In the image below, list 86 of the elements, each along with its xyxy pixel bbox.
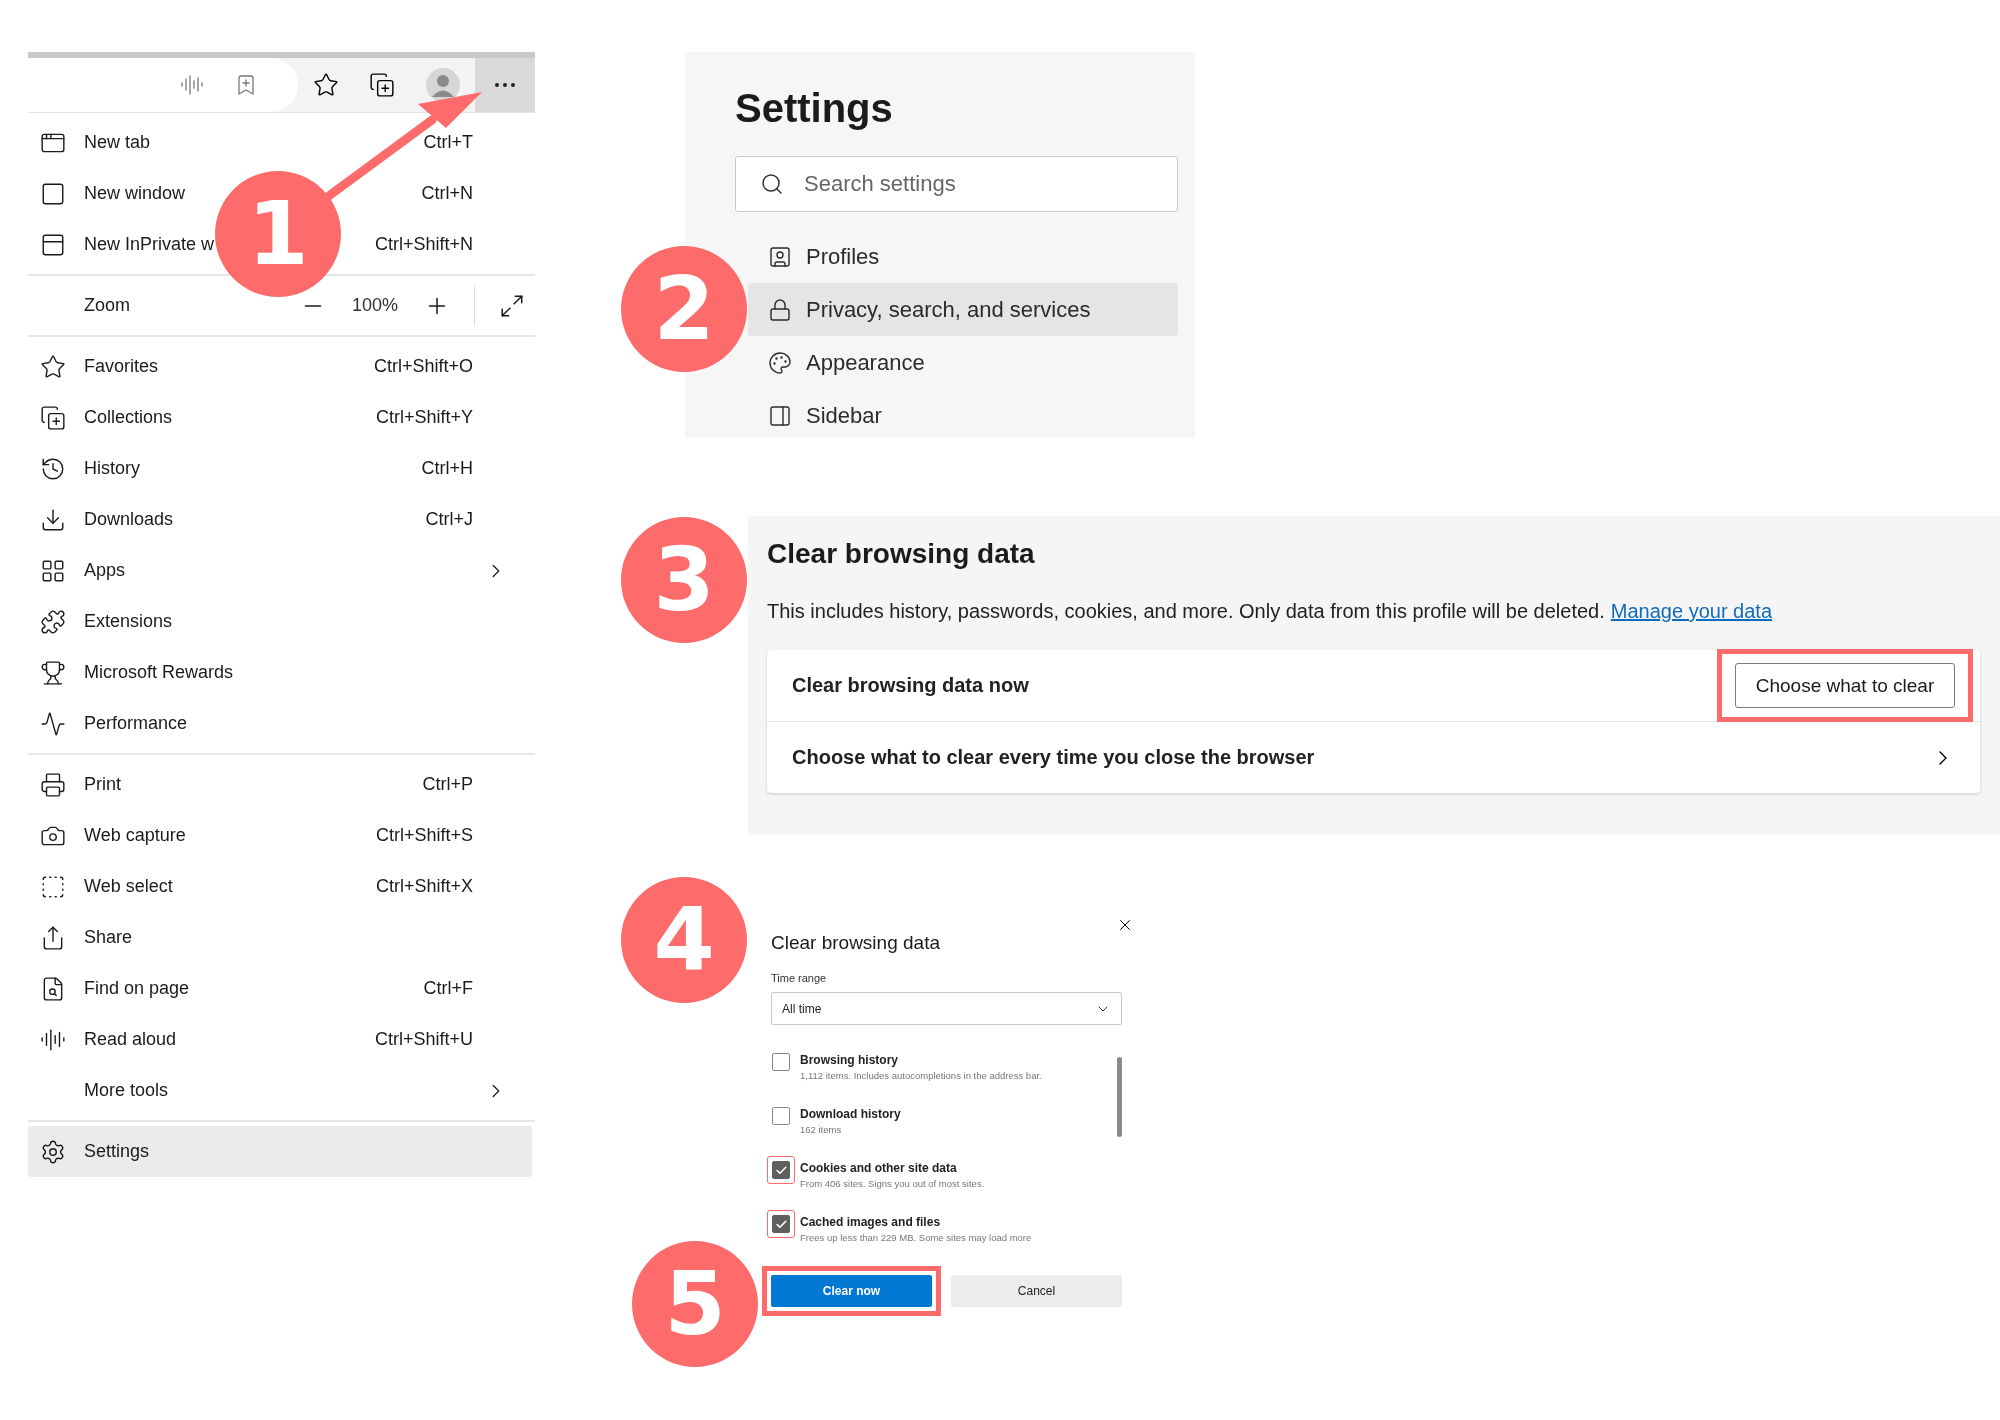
star-icon bbox=[40, 353, 66, 380]
shortcut-text: Ctrl+H bbox=[421, 458, 473, 479]
check-icon bbox=[774, 1217, 788, 1231]
shortcut-text: Ctrl+J bbox=[425, 509, 473, 530]
shortcut-text: Ctrl+Shift+Y bbox=[375, 407, 473, 428]
manage-data-link[interactable]: Manage your data bbox=[1610, 600, 1773, 622]
sidebar-icon bbox=[768, 403, 792, 428]
time-range-dropdown[interactable]: All time bbox=[771, 992, 1122, 1025]
menu-item[interactable]: Web capture bbox=[84, 825, 364, 846]
option-detail: 162 items bbox=[800, 1124, 843, 1135]
star-icon[interactable] bbox=[313, 72, 340, 98]
shortcut-text: Ctrl+Shift+O bbox=[373, 356, 473, 377]
nav-item[interactable]: Privacy, search, and services bbox=[748, 283, 1178, 336]
option-detail: From 406 sites. Signs you out of most sites. bbox=[800, 1178, 985, 1189]
puzzle-icon bbox=[40, 608, 66, 635]
profile-icon bbox=[768, 244, 792, 269]
menu-item[interactable]: Performance bbox=[84, 713, 461, 734]
menu-item[interactable]: Share bbox=[84, 927, 461, 948]
section-title: Clear browsing data bbox=[767, 537, 1036, 571]
check-icon bbox=[774, 1163, 788, 1177]
menu-item[interactable]: Favorites bbox=[84, 356, 362, 377]
shortcut-text: Ctrl+Shift+N bbox=[374, 234, 473, 255]
palette-icon bbox=[768, 350, 792, 375]
menu-item[interactable]: Collections bbox=[84, 407, 364, 428]
collections-icon bbox=[40, 404, 66, 431]
section-description: This includes history, passwords, cookies, and more. Only data from this profile will be deleted. Manage your data bbox=[767, 599, 1774, 624]
shortcut-text: Ctrl+F bbox=[423, 978, 473, 999]
menu-item[interactable]: More tools bbox=[84, 1080, 461, 1101]
row-label: Choose what to clear every time you close the browser bbox=[792, 746, 1315, 769]
zoom-level: 100% bbox=[350, 295, 399, 316]
shortcut-text: Ctrl+P bbox=[422, 774, 473, 795]
checkbox[interactable] bbox=[772, 1215, 790, 1233]
step-badge: 2 bbox=[621, 246, 747, 372]
nav-item[interactable]: Appearance bbox=[748, 336, 1178, 389]
fullscreen-icon[interactable] bbox=[499, 292, 525, 319]
shortcut-text: Ctrl+N bbox=[421, 183, 473, 204]
clear-now-button[interactable]: Clear now bbox=[771, 1275, 932, 1307]
menu-item-label: Zoom bbox=[84, 295, 131, 316]
checkbox[interactable] bbox=[772, 1161, 790, 1179]
menu-item[interactable]: Extensions bbox=[84, 611, 461, 632]
option-detail: 1,112 items. Includes autocompletions in the address bar. bbox=[800, 1070, 1042, 1081]
option-detail: Frees up less than 229 MB. Some sites may load more bbox=[800, 1232, 1032, 1243]
step-badge: 3 bbox=[621, 517, 747, 643]
dialog-title: Clear browsing data bbox=[771, 931, 941, 955]
shortcut-text: Ctrl+T bbox=[423, 132, 473, 153]
lock-icon bbox=[768, 297, 792, 322]
checkbox[interactable] bbox=[772, 1107, 790, 1125]
search-input[interactable]: Search settings bbox=[802, 170, 1177, 198]
more-icon bbox=[495, 83, 515, 87]
option-label: Cached images and files bbox=[800, 1215, 942, 1229]
menu-item[interactable]: Apps bbox=[84, 560, 461, 581]
scrollbar[interactable] bbox=[1117, 1057, 1122, 1137]
trophy-icon bbox=[40, 659, 66, 686]
menu-item[interactable]: Web select bbox=[84, 876, 364, 897]
shortcut-text: Ctrl+Shift+S bbox=[375, 825, 473, 846]
shortcut-text: Ctrl+Shift+U bbox=[374, 1029, 473, 1050]
step-badge: 5 bbox=[632, 1241, 758, 1367]
option-label: Cookies and other site data bbox=[800, 1161, 958, 1175]
search-icon bbox=[760, 172, 784, 196]
sound-icon[interactable] bbox=[180, 73, 204, 97]
menu-item[interactable]: New tab bbox=[84, 132, 412, 153]
checkbox[interactable] bbox=[772, 1053, 790, 1071]
cancel-button[interactable]: Cancel bbox=[951, 1275, 1122, 1307]
nav-item[interactable]: Profiles bbox=[748, 230, 1178, 283]
avatar-icon[interactable] bbox=[425, 68, 460, 102]
menu-item[interactable]: Settings bbox=[28, 1126, 532, 1177]
step-badge: 4 bbox=[621, 877, 747, 1003]
settings-icon bbox=[40, 1138, 66, 1165]
settings-title: Settings bbox=[735, 85, 894, 132]
option-label: Download history bbox=[800, 1107, 901, 1121]
option-label: Browsing history bbox=[800, 1053, 899, 1067]
menu-item[interactable]: Read aloud bbox=[84, 1029, 363, 1050]
menu-item[interactable]: History bbox=[84, 458, 410, 479]
nav-item[interactable]: Sidebar bbox=[748, 389, 1178, 438]
collections-icon[interactable] bbox=[369, 72, 396, 98]
menu-item[interactable]: Find on page bbox=[84, 978, 412, 999]
printer-icon bbox=[40, 771, 66, 798]
heartbeat-icon bbox=[40, 710, 66, 737]
row-label: Clear browsing data now bbox=[792, 674, 1029, 697]
shortcut-text: Ctrl+Shift+X bbox=[375, 876, 473, 897]
choose-button[interactable]: Choose what to clear bbox=[1735, 663, 1955, 708]
field-label: Time range bbox=[771, 972, 828, 984]
menu-item[interactable]: Downloads bbox=[84, 509, 414, 530]
menu-item[interactable]: Microsoft Rewards bbox=[84, 662, 461, 683]
search-field[interactable]: Search settings bbox=[735, 156, 1178, 212]
menu-item[interactable]: Print bbox=[84, 774, 411, 795]
